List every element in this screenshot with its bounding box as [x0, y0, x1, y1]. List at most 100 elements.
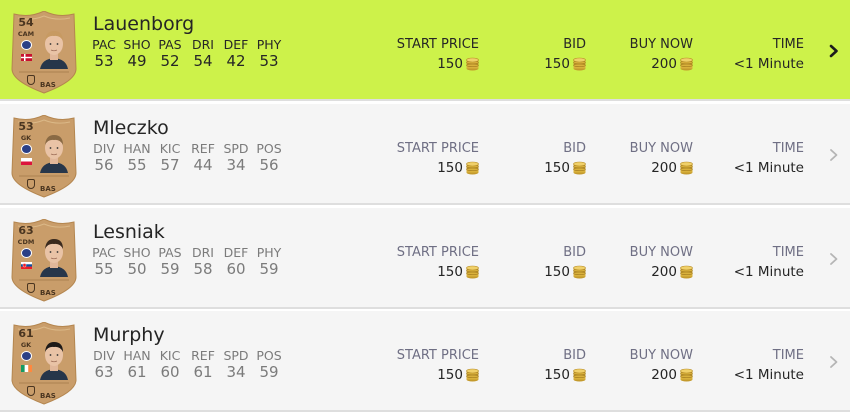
- listing-row[interactable]: 63 CDM BAS Lesniak PAC 55 SHO 50 PAS 59 DRI 58 DEF 60…: [0, 208, 850, 309]
- listing-row[interactable]: 54 CAM BAS Lauenborg PAC 53 SHO 49 PAS 52 DRI 54 DEF…: [0, 0, 850, 101]
- stat-pos: POS 56: [251, 141, 287, 174]
- time-label: TIME: [772, 245, 804, 260]
- stat-han: HAN 55: [119, 141, 155, 174]
- stat-value: 55: [127, 156, 147, 174]
- start-price: START PRICE 150: [378, 244, 479, 283]
- chevron-right-icon[interactable]: [826, 40, 842, 62]
- stat-label: PAS: [158, 37, 182, 52]
- coins-icon: [570, 264, 586, 280]
- player-card[interactable]: 61 GK BAS: [10, 322, 78, 405]
- stat-value: 60: [226, 260, 246, 278]
- stat-pac: PAC 55: [86, 245, 122, 278]
- coins-icon: [677, 56, 693, 72]
- buy-now-value: 200: [651, 56, 677, 72]
- stat-value: 63: [94, 363, 114, 381]
- bid: BID 150: [500, 140, 586, 179]
- stat-label: DEF: [223, 37, 249, 52]
- card-rating: 53: [18, 120, 34, 133]
- transfer-market-list: 54 CAM BAS Lauenborg PAC 53 SHO 49 PAS 52 DRI 54 DEF…: [0, 0, 850, 415]
- time-value: <1 Minute: [733, 160, 804, 176]
- stat-value: 56: [259, 156, 279, 174]
- player-portrait: [38, 131, 70, 173]
- stat-label: PAC: [92, 245, 116, 260]
- time-remaining: TIME <1 Minute: [720, 36, 804, 75]
- stat-pos: POS 59: [251, 348, 287, 381]
- stat-value: 58: [193, 260, 213, 278]
- start-price-label: START PRICE: [396, 245, 479, 260]
- card-rarity: BAS: [40, 185, 56, 193]
- card-position: CDM: [17, 238, 35, 246]
- listing-row[interactable]: 61 GK BAS Murphy DIV 63 HAN 61 KIC 60 REF 61 SPD 34 PO…: [0, 311, 850, 412]
- foot-icon: [27, 179, 35, 189]
- player-portrait: [38, 338, 70, 380]
- stat-label: SHO: [123, 37, 151, 52]
- time-remaining: TIME <1 Minute: [720, 347, 804, 386]
- coins-icon: [463, 56, 479, 72]
- start-price-label: START PRICE: [396, 141, 479, 156]
- stat-phy: PHY 59: [251, 245, 287, 278]
- stat-label: PAC: [92, 37, 116, 52]
- listing-row[interactable]: 53 GK BAS Mleczko DIV 56 HAN 55 KIC 57 REF 44 SPD 34 P…: [0, 104, 850, 205]
- club-badge-icon: [21, 351, 32, 361]
- stat-label: POS: [256, 348, 282, 363]
- coins-icon: [570, 367, 586, 383]
- coins-icon: [677, 264, 693, 280]
- buy-now-label: BUY NOW: [629, 141, 693, 156]
- stat-value: 57: [160, 156, 180, 174]
- chevron-right-icon[interactable]: [826, 351, 842, 373]
- poland-flag: [21, 158, 32, 165]
- time-value: <1 Minute: [733, 264, 804, 280]
- start-price: START PRICE 150: [378, 36, 479, 75]
- card-rating: 61: [18, 327, 34, 340]
- stat-label: HAN: [123, 348, 151, 363]
- bid-label: BID: [563, 141, 586, 156]
- stat-kic: KIC 57: [152, 141, 188, 174]
- buy-now: BUY NOW 200: [610, 36, 693, 75]
- stat-label: DRI: [192, 245, 214, 260]
- stat-value: 53: [94, 52, 114, 70]
- card-position: CAM: [17, 30, 35, 38]
- stat-pas: PAS 52: [152, 37, 188, 70]
- slovakia-flag: [21, 262, 32, 269]
- time-label: TIME: [772, 141, 804, 156]
- buy-now-label: BUY NOW: [629, 245, 693, 260]
- bid: BID 150: [500, 36, 586, 75]
- player-name: Murphy: [93, 324, 165, 346]
- bid-label: BID: [563, 245, 586, 260]
- stat-value: 60: [160, 363, 180, 381]
- stat-ref: REF 44: [185, 141, 221, 174]
- bid-value: 150: [544, 264, 570, 280]
- player-name: Lesniak: [93, 221, 165, 243]
- stat-value: 34: [226, 156, 246, 174]
- player-card[interactable]: 54 CAM BAS: [10, 11, 78, 94]
- buy-now-label: BUY NOW: [629, 37, 693, 52]
- chevron-right-icon[interactable]: [826, 144, 842, 166]
- start-price-value: 150: [437, 264, 463, 280]
- stat-value: 55: [94, 260, 114, 278]
- stat-value: 53: [259, 52, 279, 70]
- stat-pas: PAS 59: [152, 245, 188, 278]
- coins-icon: [570, 56, 586, 72]
- stat-def: DEF 60: [218, 245, 254, 278]
- stat-label: SHO: [123, 245, 151, 260]
- card-rarity: BAS: [40, 392, 56, 400]
- player-card[interactable]: 53 GK BAS: [10, 115, 78, 198]
- club-badge-icon: [21, 248, 32, 258]
- time-remaining: TIME <1 Minute: [720, 140, 804, 179]
- chevron-right-icon[interactable]: [826, 248, 842, 270]
- stat-value: 52: [160, 52, 180, 70]
- stat-han: HAN 61: [119, 348, 155, 381]
- coins-icon: [570, 160, 586, 176]
- time-value: <1 Minute: [733, 56, 804, 72]
- stat-value: 59: [259, 260, 279, 278]
- foot-icon: [27, 283, 35, 293]
- player-card[interactable]: 63 CDM BAS: [10, 219, 78, 302]
- stat-label: HAN: [123, 141, 151, 156]
- time-label: TIME: [772, 37, 804, 52]
- foot-icon: [27, 75, 35, 85]
- stat-value: 42: [226, 52, 246, 70]
- club-badge-icon: [21, 144, 32, 154]
- stat-label: PHY: [256, 37, 282, 52]
- stat-label: DIV: [93, 141, 115, 156]
- start-price-value: 150: [437, 56, 463, 72]
